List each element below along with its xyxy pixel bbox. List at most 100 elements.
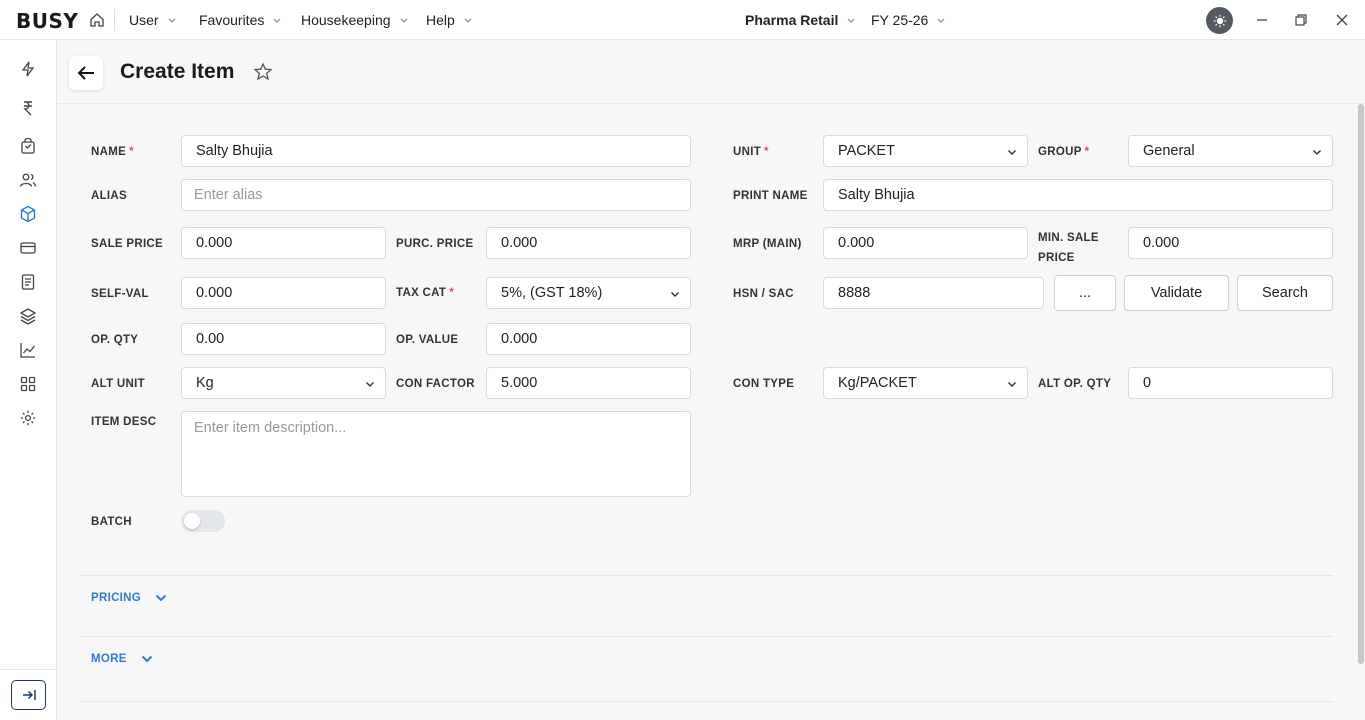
alt-unit-value: Kg bbox=[196, 375, 214, 391]
fy-label: FY 25-26 bbox=[871, 12, 929, 28]
chart-icon[interactable] bbox=[19, 341, 37, 359]
bag-icon[interactable] bbox=[19, 137, 37, 155]
group-label: GROUP * bbox=[1038, 146, 1089, 158]
op-qty-input[interactable]: 0.00 bbox=[181, 323, 386, 355]
theme-toggle-button[interactable] bbox=[1206, 7, 1233, 34]
gear-icon[interactable] bbox=[19, 409, 37, 427]
close-button[interactable] bbox=[1332, 10, 1352, 30]
chevron-down-icon bbox=[671, 292, 679, 297]
unit-select[interactable]: PACKET bbox=[823, 135, 1028, 167]
required-marker: * bbox=[449, 287, 455, 299]
star-icon[interactable] bbox=[253, 62, 273, 82]
grid-icon[interactable] bbox=[19, 375, 37, 393]
alias-input[interactable]: Enter alias bbox=[181, 179, 691, 211]
menu-favourites[interactable]: Favourites bbox=[199, 12, 282, 28]
menu-label: Housekeeping bbox=[301, 12, 391, 28]
sidebar-expand-button[interactable] bbox=[11, 680, 46, 710]
chevron-down-icon bbox=[464, 18, 472, 23]
page-title: Create Item bbox=[120, 60, 235, 83]
card-icon[interactable] bbox=[19, 239, 37, 257]
arrow-left-icon bbox=[77, 66, 94, 80]
purc-price-input[interactable]: 0.000 bbox=[486, 227, 691, 259]
lightning-icon[interactable] bbox=[19, 60, 37, 78]
back-button[interactable] bbox=[69, 56, 103, 90]
scrollbar[interactable] bbox=[1358, 104, 1364, 664]
self-val-input[interactable]: 0.000 bbox=[181, 277, 386, 309]
menu-label: Help bbox=[426, 12, 455, 28]
pricing-section-label: PRICING bbox=[91, 592, 142, 604]
restore-button[interactable] bbox=[1291, 10, 1311, 30]
required-marker: * bbox=[764, 146, 769, 158]
group-value: General bbox=[1143, 143, 1195, 159]
chevron-down-icon bbox=[141, 655, 152, 663]
batch-label: BATCH bbox=[91, 516, 132, 528]
hsn-label: HSN / SAC bbox=[733, 288, 794, 300]
con-factor-input[interactable]: 5.000 bbox=[486, 367, 691, 399]
self-val-label: SELF-VAL bbox=[91, 288, 149, 300]
hsn-more-button[interactable]: ... bbox=[1054, 275, 1116, 311]
min-sale-price-label-line2: PRICE bbox=[1038, 252, 1075, 264]
required-marker: * bbox=[1084, 146, 1090, 158]
unit-value: PACKET bbox=[838, 143, 895, 159]
group-label-text: GROUP bbox=[1038, 146, 1082, 158]
menu-label: Favourites bbox=[199, 12, 265, 28]
alt-op-qty-label: ALT OP. QTY bbox=[1038, 378, 1112, 390]
company-selector[interactable]: Pharma Retail bbox=[745, 12, 856, 28]
min-sale-price-label: MIN. SALE PRICE bbox=[1038, 228, 1099, 268]
tax-cat-value: 5%, (GST 18%) bbox=[501, 285, 603, 301]
minimize-icon bbox=[1257, 19, 1267, 21]
section-divider bbox=[80, 701, 1333, 702]
home-icon[interactable] bbox=[89, 12, 105, 28]
search-button[interactable]: Search bbox=[1237, 275, 1333, 311]
group-select[interactable]: General bbox=[1128, 135, 1333, 167]
more-section-toggle[interactable]: MORE bbox=[91, 653, 153, 665]
cube-icon[interactable] bbox=[19, 205, 37, 223]
name-input[interactable]: Salty Bhujia bbox=[181, 135, 691, 167]
unit-label-text: UNIT bbox=[733, 146, 762, 158]
app-logo: BUSY bbox=[16, 9, 79, 33]
top-bar: BUSY User Favourites Housekeeping Help P… bbox=[0, 0, 1365, 40]
document-icon[interactable] bbox=[19, 273, 37, 291]
chevron-down-icon bbox=[273, 18, 281, 23]
pricing-section-toggle[interactable]: PRICING bbox=[91, 592, 167, 604]
validate-button[interactable]: Validate bbox=[1124, 275, 1229, 311]
menu-label: User bbox=[129, 12, 159, 28]
menu-housekeeping[interactable]: Housekeeping bbox=[301, 12, 409, 28]
min-sale-price-input[interactable]: 0.000 bbox=[1128, 227, 1333, 259]
chevron-down-icon bbox=[155, 594, 167, 602]
users-icon[interactable] bbox=[19, 171, 37, 189]
toggle-knob bbox=[184, 513, 200, 529]
hsn-input[interactable]: 8888 bbox=[823, 277, 1044, 309]
tax-cat-label: TAX CAT * bbox=[396, 287, 454, 299]
op-value-input[interactable]: 0.000 bbox=[486, 323, 691, 355]
section-divider bbox=[80, 575, 1333, 576]
menu-help[interactable]: Help bbox=[426, 12, 473, 28]
con-type-value: Kg/PACKET bbox=[838, 375, 917, 391]
batch-toggle[interactable] bbox=[181, 510, 225, 532]
con-type-select[interactable]: Kg/PACKET bbox=[823, 367, 1028, 399]
minimize-button[interactable] bbox=[1252, 10, 1272, 30]
chevron-down-icon bbox=[400, 18, 407, 23]
mrp-label: MRP (MAIN) bbox=[733, 238, 802, 250]
tax-cat-select[interactable]: 5%, (GST 18%) bbox=[486, 277, 691, 309]
rupee-icon[interactable] bbox=[19, 99, 37, 117]
mrp-input[interactable]: 0.000 bbox=[823, 227, 1028, 259]
company-name: Pharma Retail bbox=[745, 12, 839, 28]
alt-op-qty-input[interactable]: 0 bbox=[1128, 367, 1333, 399]
chevron-down-icon bbox=[937, 18, 945, 23]
fy-selector[interactable]: FY 25-26 bbox=[871, 12, 946, 28]
min-sale-price-label-line1: MIN. SALE bbox=[1038, 232, 1099, 244]
menu-user[interactable]: User bbox=[129, 12, 177, 28]
con-type-label: CON TYPE bbox=[733, 378, 795, 390]
print-name-label: PRINT NAME bbox=[733, 190, 808, 202]
sale-price-input[interactable]: 0.000 bbox=[181, 227, 386, 259]
alt-unit-select[interactable]: Kg bbox=[181, 367, 386, 399]
item-desc-label: ITEM DESC bbox=[91, 416, 157, 428]
item-desc-textarea[interactable]: Enter item description... bbox=[181, 411, 691, 497]
con-factor-label: CON FACTOR bbox=[396, 378, 475, 390]
layers-icon[interactable] bbox=[19, 307, 37, 325]
sale-price-label: SALE PRICE bbox=[91, 238, 164, 250]
required-marker: * bbox=[129, 146, 134, 158]
sidebar bbox=[0, 40, 57, 720]
print-name-input[interactable]: Salty Bhujia bbox=[823, 179, 1333, 211]
